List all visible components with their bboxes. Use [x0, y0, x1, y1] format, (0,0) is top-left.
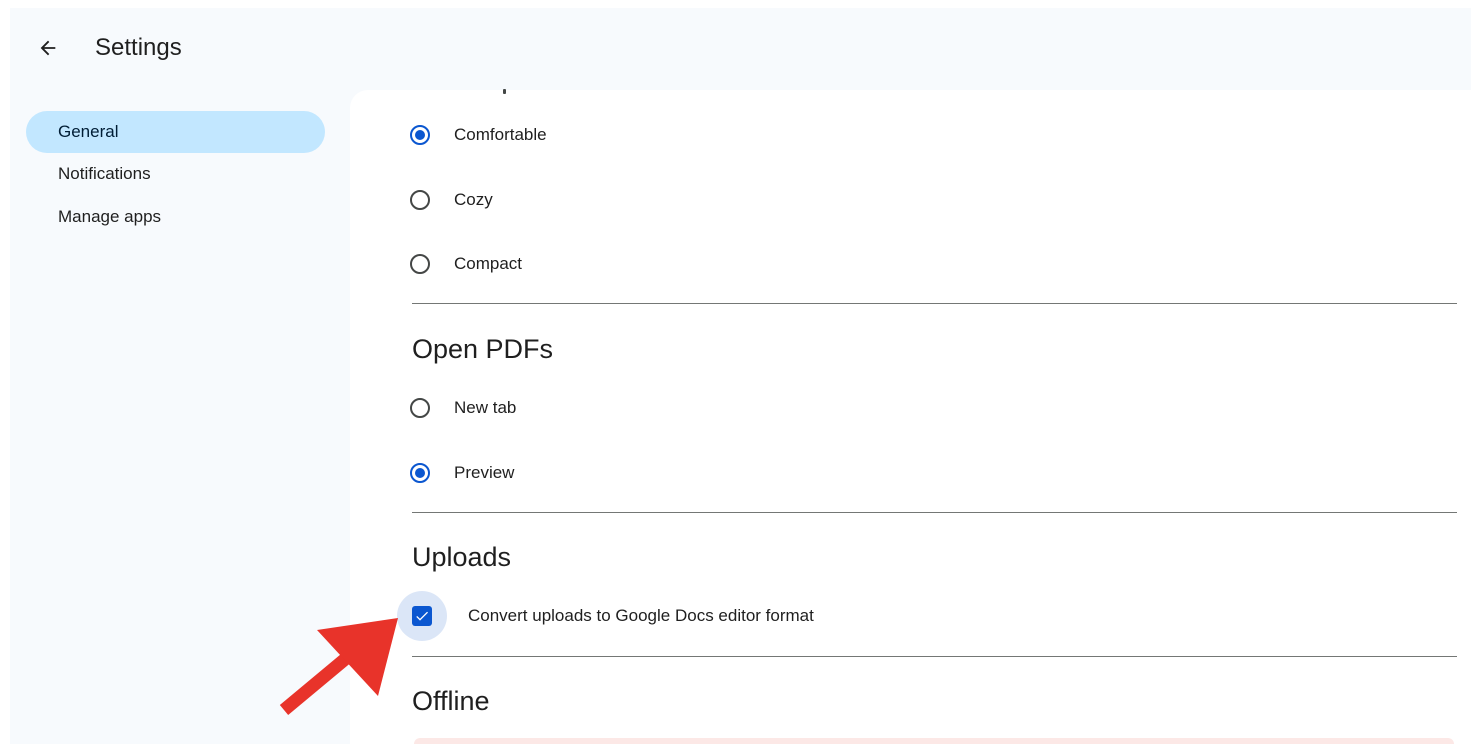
- radio-checked-icon: [410, 125, 430, 145]
- convert-uploads-label[interactable]: Convert uploads to Google Docs editor fo…: [468, 603, 814, 629]
- radio-unchecked-icon: [410, 254, 430, 274]
- radio-button[interactable]: [396, 176, 444, 224]
- radio-button[interactable]: [396, 111, 444, 159]
- settings-content-panel: [350, 90, 1471, 744]
- sidebar-item-notifications[interactable]: Notifications: [26, 153, 325, 195]
- section-divider: [412, 512, 1457, 513]
- radio-label: New tab: [454, 398, 517, 417]
- sidebar-item-general[interactable]: General: [26, 111, 325, 153]
- red-arrow-icon: [279, 618, 398, 715]
- radio-label: Cozy: [454, 190, 493, 209]
- sidebar-item-manage-apps[interactable]: Manage apps: [26, 196, 325, 238]
- checkbox-checked-icon: [412, 606, 432, 626]
- radio-label: Comfortable: [454, 125, 547, 144]
- offline-banner: [414, 738, 1454, 744]
- radio-button[interactable]: [396, 240, 444, 288]
- clipped-heading-fragment: [503, 89, 506, 94]
- section-heading-offline: Offline: [412, 686, 490, 716]
- arrow-back-icon: [40, 40, 56, 56]
- radio-compact[interactable]: Compact: [400, 244, 522, 284]
- radio-label: Compact: [454, 254, 523, 273]
- section-divider: [412, 303, 1457, 304]
- section-heading-open-pdfs: Open PDFs: [412, 334, 554, 364]
- radio-label: Preview: [454, 463, 515, 482]
- radio-preview[interactable]: Preview: [400, 453, 514, 493]
- radio-new-tab[interactable]: New tab: [400, 388, 516, 428]
- radio-button[interactable]: [396, 384, 444, 432]
- radio-cozy[interactable]: Cozy: [400, 180, 493, 220]
- section-heading-uploads: Uploads: [412, 542, 512, 572]
- back-button[interactable]: [30, 30, 66, 66]
- page-title: Settings: [95, 34, 182, 61]
- section-divider: [412, 656, 1457, 657]
- radio-comfortable[interactable]: Comfortable: [400, 115, 547, 155]
- screenshot-frame: Settings General Notifications Manage ap…: [0, 0, 1471, 744]
- radio-unchecked-icon: [410, 398, 430, 418]
- radio-button[interactable]: [396, 449, 444, 497]
- radio-checked-icon: [410, 463, 430, 483]
- radio-unchecked-icon: [410, 190, 430, 210]
